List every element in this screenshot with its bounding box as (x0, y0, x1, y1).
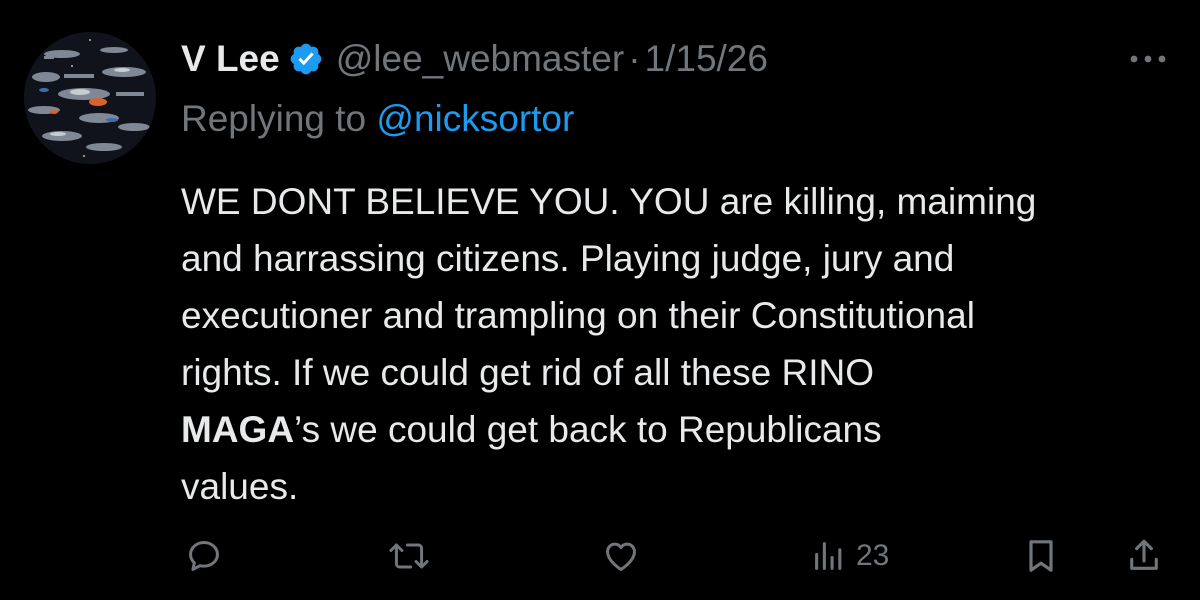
heart-icon (601, 537, 641, 575)
reply-button[interactable] (185, 530, 223, 582)
avatar[interactable] (24, 32, 156, 164)
reply-icon (185, 537, 223, 575)
tweet-text: WE DONT BELIEVE YOU. YOU are killing, ma… (181, 173, 1181, 515)
more-icon[interactable] (1122, 44, 1174, 74)
tweet-text-line: executioner and trampling on their Const… (181, 295, 975, 336)
author-handle[interactable]: @lee_webmaster (336, 36, 624, 82)
bold-text: MAGA (181, 409, 295, 450)
tweet-header: V Lee @lee_webmaster · 1/15/26 (181, 36, 768, 82)
action-bar: 23 (0, 530, 1200, 582)
verified-badge-icon (288, 41, 324, 77)
tweet: V Lee @lee_webmaster · 1/15/26 Replying … (0, 0, 1200, 600)
repost-icon (387, 537, 431, 575)
tweet-text-line: WE DONT BELIEVE YOU. YOU are killing, ma… (181, 181, 1037, 222)
like-button[interactable] (601, 530, 641, 582)
views-count: 23 (856, 539, 890, 572)
views-button[interactable]: 23 (812, 530, 889, 582)
repost-button[interactable] (387, 530, 431, 582)
reply-mention-link[interactable]: @nicksortor (376, 98, 574, 139)
tweet-text-fragment: ’s we could get back to Republicans (294, 409, 882, 450)
tweet-text-line: and harrassing citizens. Playing judge, … (181, 238, 955, 279)
separator-dot: · (628, 38, 641, 79)
tweet-date[interactable]: 1/15/26 (645, 36, 768, 82)
bookmark-icon (1023, 536, 1059, 576)
display-name[interactable]: V Lee (181, 36, 280, 82)
bookmark-button[interactable] (1023, 530, 1059, 582)
starships-collage-avatar (24, 32, 156, 164)
replying-to-label: Replying to (181, 98, 377, 139)
analytics-icon (812, 537, 846, 575)
share-button[interactable] (1126, 530, 1162, 582)
tweet-text-line: rights. If we could get rid of all these… (181, 352, 875, 393)
share-icon (1126, 536, 1162, 576)
tweet-text-line: values. (181, 466, 299, 507)
tweet-text-line: MAGA’s we could get back to Republicans (181, 401, 1181, 458)
replying-to: Replying to @nicksortor (181, 96, 574, 142)
